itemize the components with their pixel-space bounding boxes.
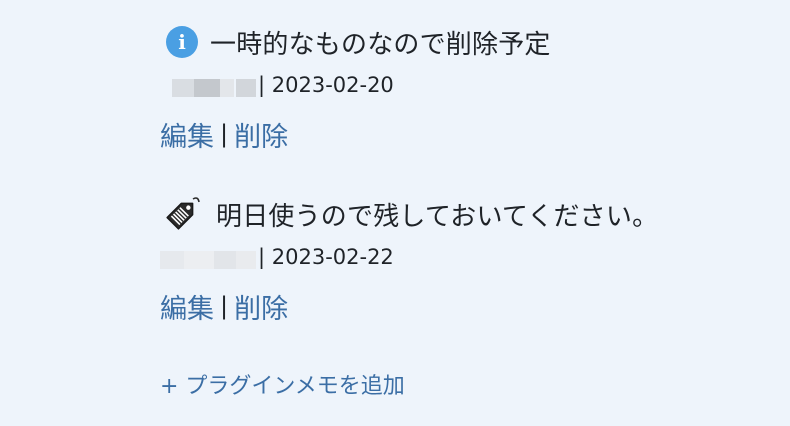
price-tag-icon	[160, 192, 204, 236]
plugin-note: i 一時的なものなので削除予定 | 2023-02-20 編集 | 削除	[160, 20, 551, 154]
note-text: 明日使うので残しておいてください。	[216, 201, 659, 232]
edit-link[interactable]: 編集	[160, 115, 214, 154]
separator: |	[220, 120, 229, 148]
add-plugin-note-link[interactable]: + プラグインメモを追加	[160, 368, 405, 400]
separator: |	[220, 292, 229, 320]
author-name-redacted	[160, 245, 256, 269]
delete-link[interactable]: 削除	[234, 287, 288, 326]
note-meta: | 2023-02-20	[160, 70, 551, 100]
note-actions: 編集 | 削除	[160, 287, 658, 326]
delete-link[interactable]: 削除	[234, 115, 288, 154]
note-date: | 2023-02-22	[258, 245, 394, 269]
edit-link[interactable]: 編集	[160, 287, 214, 326]
note-header: 明日使うので残しておいてください。	[160, 192, 658, 236]
author-name-redacted	[160, 73, 256, 97]
note-date: | 2023-02-20	[258, 73, 394, 97]
note-actions: 編集 | 削除	[160, 115, 551, 154]
note-header: i 一時的なものなので削除予定	[160, 20, 551, 64]
note-text: 一時的なものなので削除予定	[210, 29, 551, 60]
plugin-notes-panel: i 一時的なものなので削除予定 | 2023-02-20 編集 | 削除 明日使…	[0, 0, 790, 426]
info-icon: i	[166, 26, 198, 58]
plugin-note: 明日使うので残しておいてください。 | 2023-02-22 編集 | 削除	[160, 192, 658, 326]
note-meta: | 2023-02-22	[160, 242, 658, 272]
